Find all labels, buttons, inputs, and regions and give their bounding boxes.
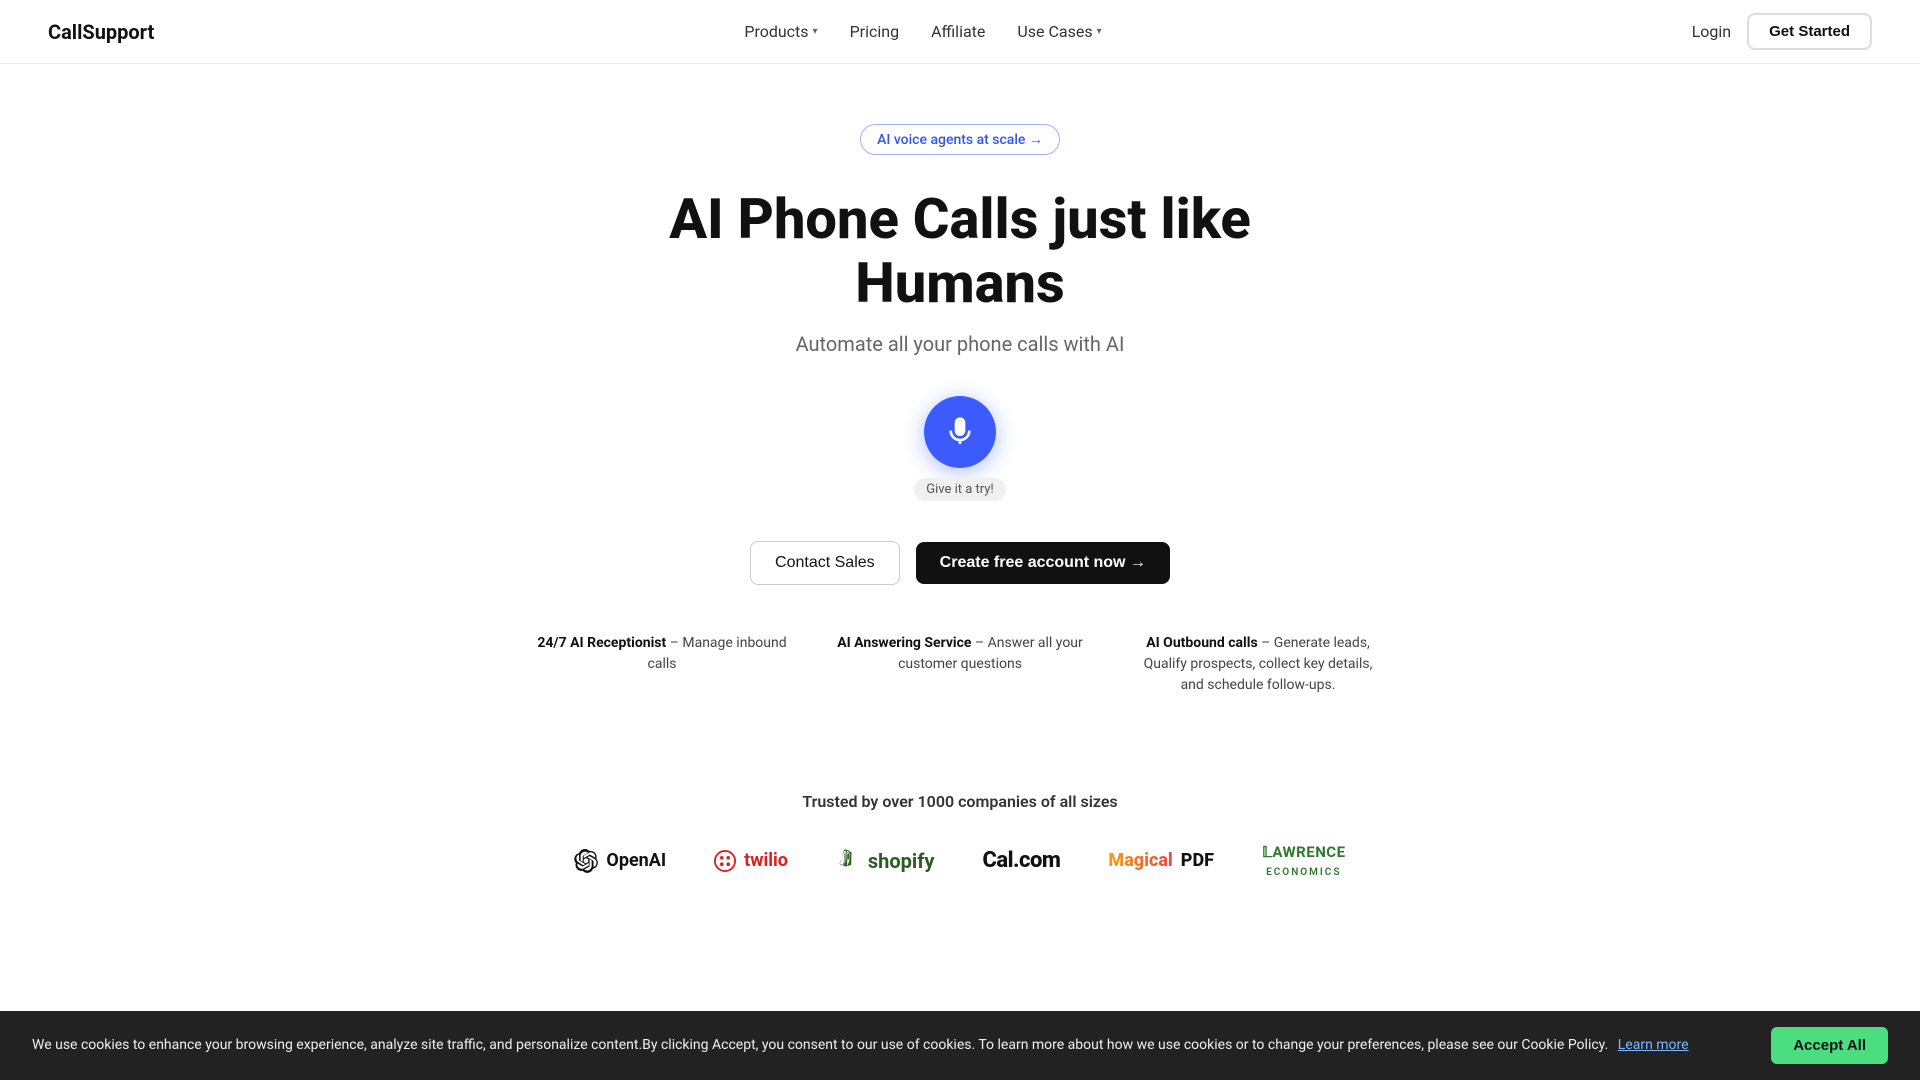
- mic-wrapper: Give it a try!: [914, 396, 1006, 501]
- feature-answering: AI Answering Service – Answer all your c…: [835, 633, 1085, 696]
- get-started-button[interactable]: Get Started: [1747, 13, 1872, 50]
- microphone-icon: [944, 416, 976, 448]
- nav-use-cases[interactable]: Use Cases ▾: [1017, 22, 1101, 41]
- create-account-button[interactable]: Create free account now →: [916, 542, 1170, 584]
- shopify-icon: [836, 849, 860, 873]
- cookie-accept-button[interactable]: Accept All: [1771, 1027, 1888, 1064]
- twilio-icon: [714, 850, 736, 872]
- mic-button[interactable]: [924, 396, 996, 468]
- cta-row: Contact Sales Create free account now →: [750, 541, 1170, 585]
- nav-actions: Login Get Started: [1692, 13, 1872, 50]
- cookie-learn-more[interactable]: Learn more: [1618, 1037, 1689, 1053]
- logos-row: OpenAI twilio shopify Cal.com: [20, 843, 1900, 879]
- logo-twilio: twilio: [714, 850, 788, 872]
- cookie-text: We use cookies to enhance your browsing …: [32, 1035, 1755, 1056]
- navbar: CallSupport Products ▾ Pricing Affiliate…: [0, 0, 1920, 64]
- contact-sales-button[interactable]: Contact Sales: [750, 541, 900, 585]
- features-row: 24/7 AI Receptionist – Manage inbound ca…: [537, 633, 1383, 696]
- mic-label: Give it a try!: [914, 478, 1006, 501]
- nav-logo[interactable]: CallSupport: [48, 20, 154, 44]
- logo-shopify: shopify: [836, 849, 935, 873]
- logo-calcom: Cal.com: [982, 848, 1060, 873]
- hero-subtitle: Automate all your phone calls with AI: [796, 332, 1125, 356]
- trusted-section: Trusted by over 1000 companies of all si…: [0, 792, 1920, 919]
- nav-affiliate[interactable]: Affiliate: [931, 22, 985, 41]
- nav-links: Products ▾ Pricing Affiliate Use Cases ▾: [744, 22, 1101, 41]
- hero-title: AI Phone Calls just like Humans: [560, 187, 1360, 316]
- hero-section: AI voice agents at scale → AI Phone Call…: [0, 64, 1920, 792]
- openai-icon: [574, 849, 598, 873]
- nav-pricing[interactable]: Pricing: [850, 22, 900, 41]
- logo-magicalpdf: Magical PDF: [1108, 850, 1214, 871]
- trusted-title: Trusted by over 1000 companies of all si…: [20, 792, 1900, 811]
- chevron-down-icon: ▾: [813, 26, 818, 37]
- feature-receptionist: 24/7 AI Receptionist – Manage inbound ca…: [537, 633, 787, 696]
- logo-lawrence-economics: 𝕃AWRENCEECONOMICS: [1262, 843, 1346, 879]
- logo-openai: OpenAI: [574, 849, 666, 873]
- feature-outbound: AI Outbound calls – Generate leads, Qual…: [1133, 633, 1383, 696]
- nav-login[interactable]: Login: [1692, 22, 1731, 41]
- nav-products[interactable]: Products ▾: [744, 22, 817, 41]
- chevron-down-icon: ▾: [1097, 26, 1102, 37]
- cookie-banner: We use cookies to enhance your browsing …: [0, 1011, 1920, 1080]
- hero-badge[interactable]: AI voice agents at scale →: [860, 124, 1060, 155]
